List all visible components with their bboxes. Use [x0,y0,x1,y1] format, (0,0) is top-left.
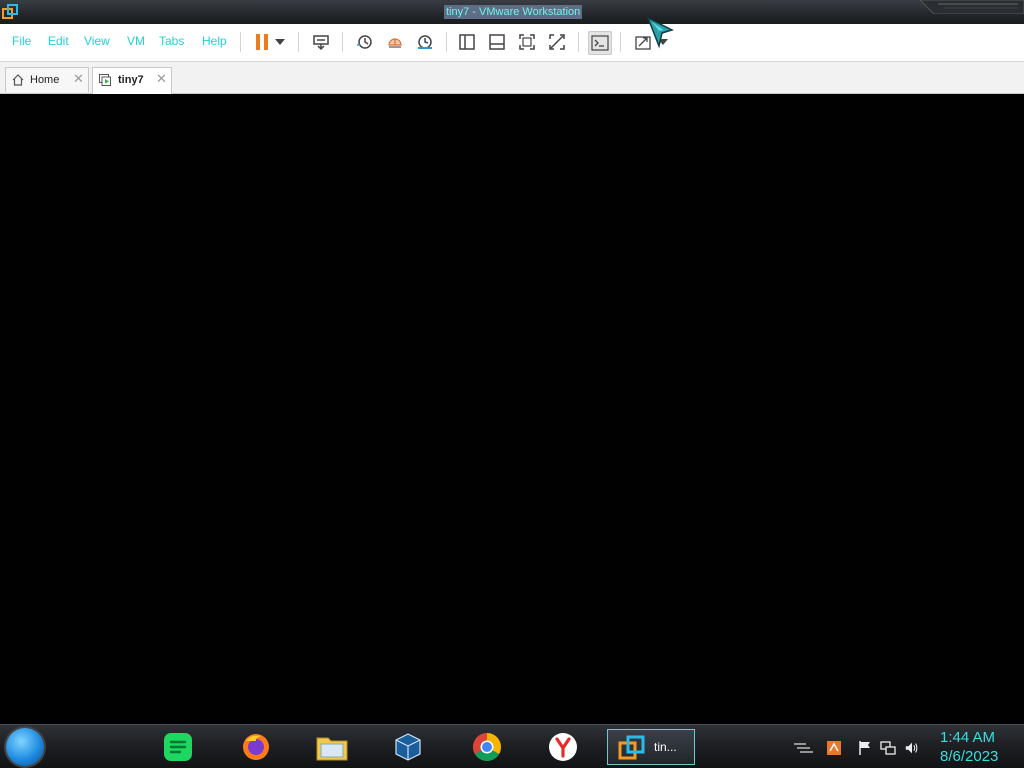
task-label: tin... [654,740,677,754]
firefox-icon [243,734,269,760]
mouse-cursor-icon [646,16,674,49]
action-center-button[interactable] [857,740,873,756]
yandex-icon [549,733,577,761]
home-icon [12,74,24,86]
menu-edit[interactable]: Edit [48,34,69,48]
show-library-button[interactable] [456,31,478,53]
volume-icon [905,742,918,754]
revert-snapshot-icon [388,38,402,48]
chevron-down-icon [275,39,285,45]
notes-app-button[interactable] [162,731,194,763]
snapshot-manager-icon [418,35,432,49]
pause-button[interactable] [251,31,273,53]
tab-bar: Home ✕ tiny7 ✕ [0,62,1024,94]
send-keys-icon [313,35,329,51]
network-list-icon [794,743,813,753]
toolbar-separator [240,32,241,52]
unity-button[interactable] [546,31,568,53]
close-icon[interactable]: ✕ [156,71,167,87]
yandex-browser-button[interactable] [547,731,579,763]
menu-help[interactable]: Help [202,34,227,48]
virtualbox-icon [395,733,421,761]
menu-vm[interactable]: VM [127,34,145,48]
power-dropdown-button[interactable] [273,31,287,53]
flag-icon [859,741,870,755]
snapshot-manager-button[interactable] [414,31,436,53]
notes-icon [164,733,192,761]
file-explorer-button[interactable] [316,731,348,763]
network-button[interactable] [880,740,896,756]
toolbar-separator [620,32,621,52]
console-view-button[interactable] [588,31,612,55]
toolbar-separator [446,32,447,52]
virtualbox-button[interactable] [392,731,424,763]
close-icon[interactable]: ✕ [73,71,84,87]
tab-home[interactable]: Home ✕ [5,67,89,92]
menu-tabs[interactable]: Tabs [159,34,184,48]
vmware-logo-icon[interactable] [2,4,18,20]
volume-button[interactable] [904,740,920,756]
menu-file[interactable]: File [12,34,31,48]
window-controls-decoration[interactable] [920,0,1024,14]
vmware-icon [618,735,645,760]
vm-display[interactable] [0,94,1024,724]
clock-date[interactable]: 8/6/2023 [940,748,998,765]
tray-app-button[interactable] [826,740,842,756]
take-snapshot-button[interactable] [353,31,375,53]
toolbar-separator [298,32,299,52]
unity-icon [549,34,565,50]
revert-snapshot-button[interactable] [384,31,406,53]
console-icon [591,35,609,51]
window-title: tiny7 - VMware Workstation [444,5,583,19]
main-toolbar: File Edit View VM Tabs Help [0,24,1024,62]
clock-time[interactable]: 1:44 AM [940,729,995,746]
snapshot-clock-icon [357,35,372,49]
network-icon [880,741,896,755]
chrome-button[interactable] [471,731,503,763]
tab-home-label: Home [30,74,60,86]
full-screen-icon [519,34,535,50]
show-thumbnail-bar-button[interactable] [486,31,508,53]
title-bar: tiny7 - VMware Workstation [0,0,1024,24]
chrome-icon [473,733,501,761]
app-tray-icon [827,741,841,755]
menu-view[interactable]: View [84,34,110,48]
tab-tiny7[interactable]: tiny7 ✕ [92,67,172,94]
thumbnail-bar-icon [489,34,505,50]
folder-icon [316,737,348,761]
library-panel-icon [459,34,475,50]
firefox-button[interactable] [240,731,272,763]
toolbar-separator [342,32,343,52]
full-screen-button[interactable] [516,31,538,53]
toolbar-separator [578,32,579,52]
show-desktop-lines-button[interactable] [792,740,814,756]
taskbar-task-vmware[interactable]: tin... [607,729,695,765]
start-button[interactable] [6,728,44,766]
tab-tiny7-label: tiny7 [118,74,144,86]
send-ctrl-alt-del-button[interactable] [310,31,332,53]
taskbar: tin... 1:44 AM 8/6/2023 [0,724,1024,768]
vm-icon [99,74,111,86]
pause-icon [256,34,268,50]
